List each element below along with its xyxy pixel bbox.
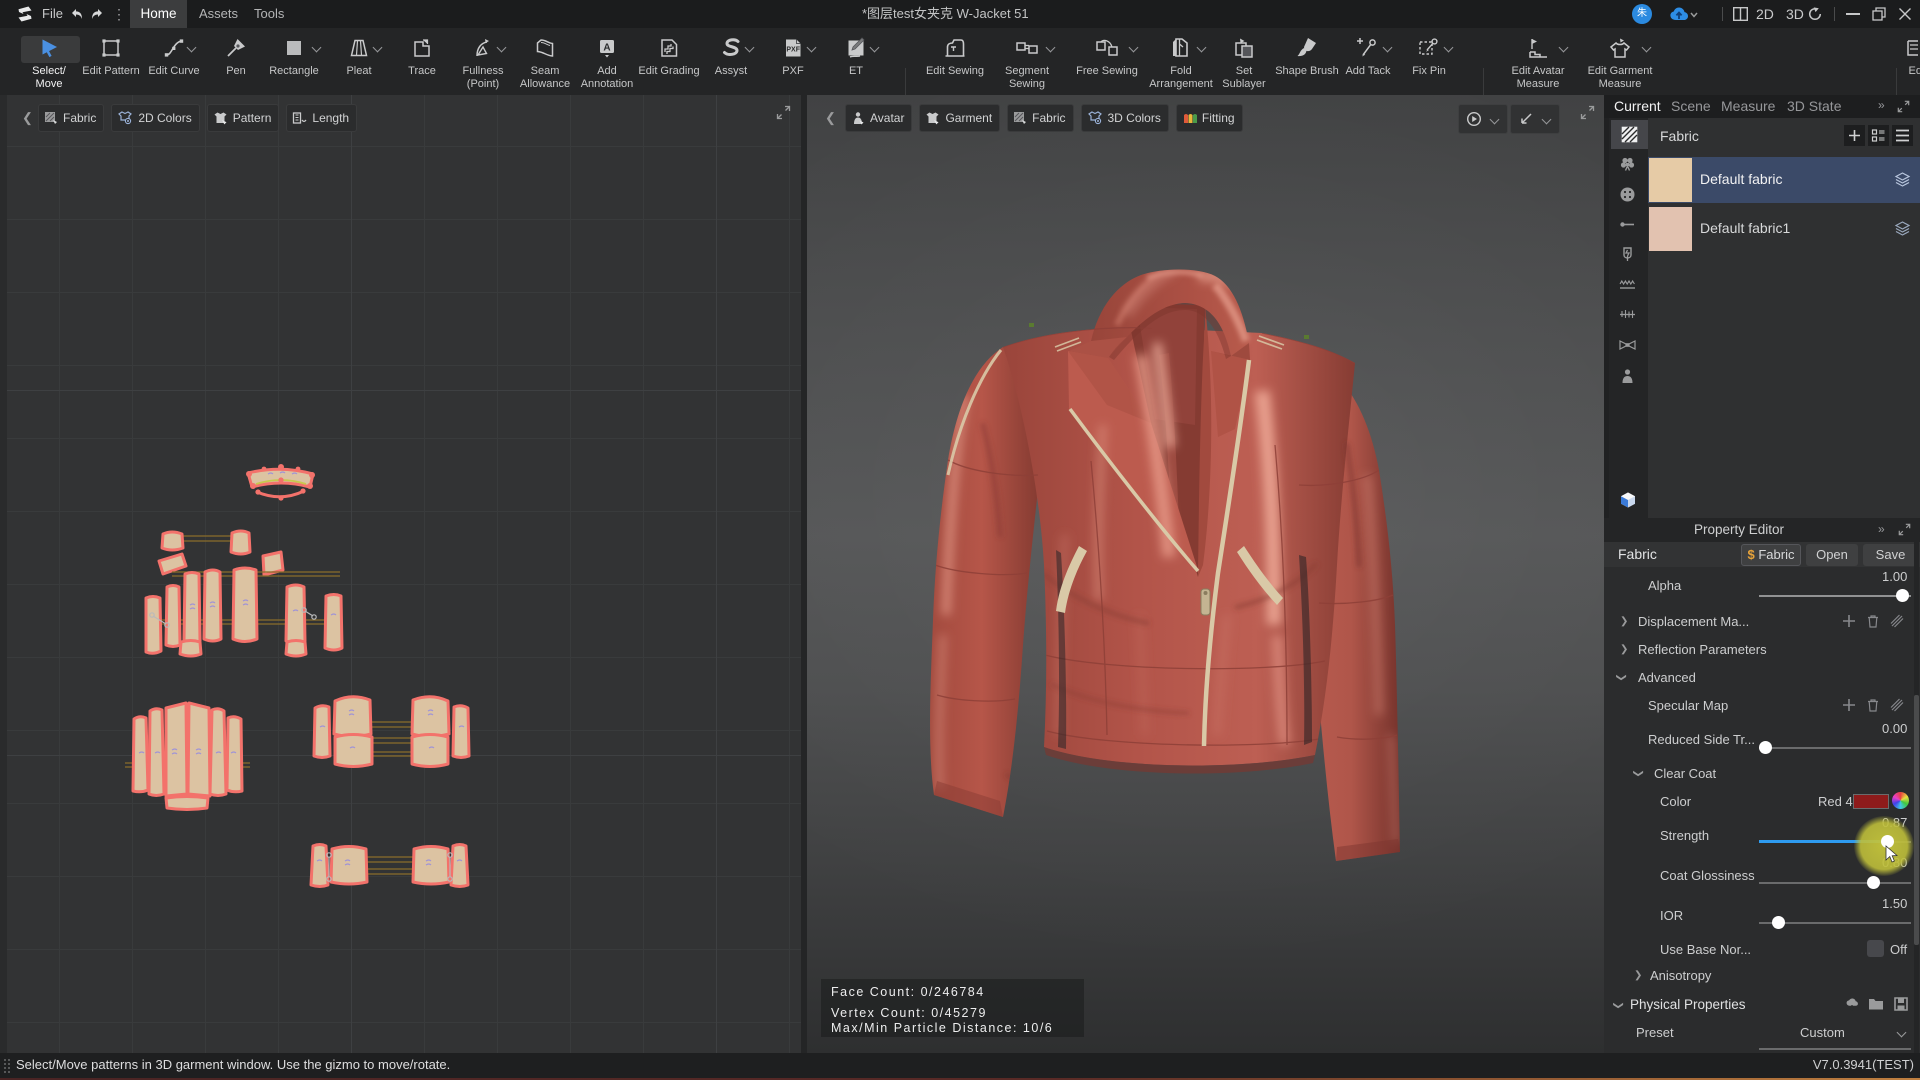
svg-text:PXF: PXF	[786, 47, 800, 54]
svg-text:A: A	[603, 43, 610, 54]
